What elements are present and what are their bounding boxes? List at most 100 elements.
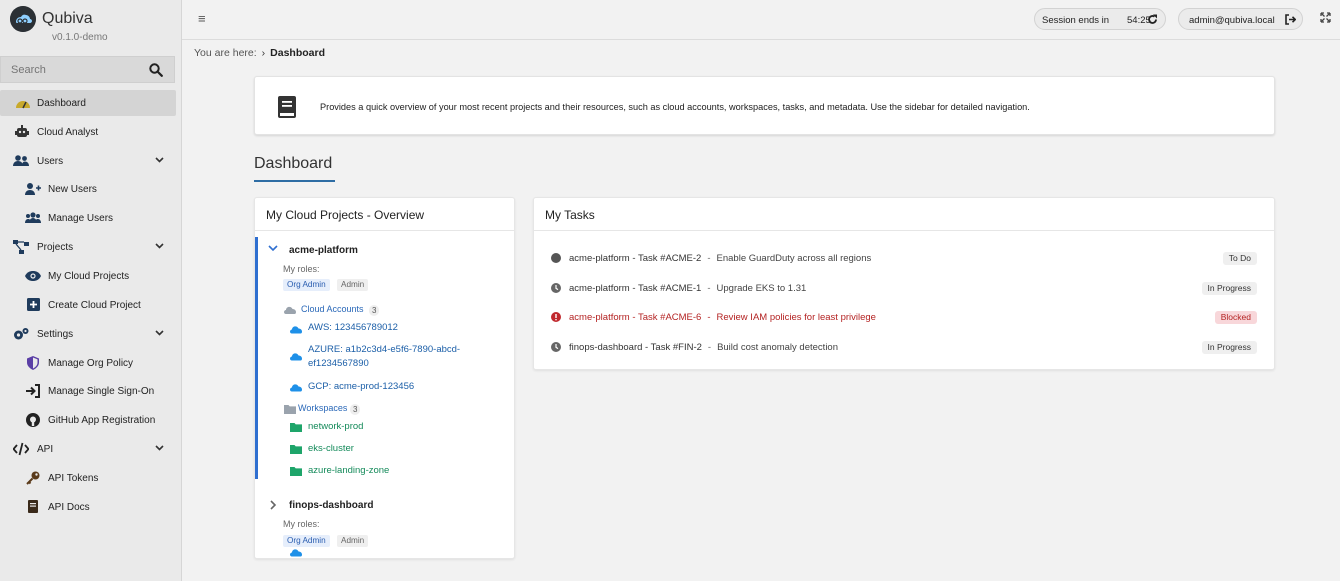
- sidebar-item-label: GitHub App Registration: [48, 415, 156, 426]
- folder-icon: [290, 467, 302, 476]
- sidebar-item-dashboard[interactable]: Dashboard: [0, 90, 176, 116]
- user-email: admin@qubiva.local: [1189, 15, 1275, 26]
- task-row[interactable]: acme-platform - Task #ACME-1- Upgrade EKS…: [534, 272, 1276, 302]
- breadcrumb-current: Dashboard: [270, 47, 326, 59]
- workspace-link[interactable]: eks-cluster: [308, 442, 354, 456]
- brand[interactable]: Qubiva v0.1.0-demo: [10, 6, 175, 46]
- sidebar-item-projects[interactable]: Projects: [0, 234, 176, 260]
- cloud-account-link[interactable]: AWS: 123456789012: [308, 321, 398, 335]
- sidebar-item-manage-users[interactable]: Manage Users: [0, 205, 176, 231]
- search-icon[interactable]: [149, 63, 163, 77]
- sidebar-item-label: Manage Single Sign-On: [48, 386, 155, 397]
- sidebar-item-label: Create Cloud Project: [48, 300, 141, 311]
- sidebar-item-api-tokens[interactable]: API Tokens: [0, 465, 176, 491]
- task-desc: Build cost anomaly detection: [717, 342, 838, 353]
- sidebar-item-manage-sso[interactable]: Manage Single Sign-On: [0, 378, 176, 404]
- roles-label: My roles:: [283, 264, 320, 274]
- sidebar-item-label: My Cloud Projects: [48, 271, 130, 282]
- my-tasks-card: My Tasks acme-platform - Task #ACME-2- En…: [533, 197, 1275, 370]
- clock-icon: [551, 283, 561, 293]
- sidebar-item-label: API: [37, 444, 54, 455]
- task-desc: Upgrade EKS to 1.31: [716, 283, 807, 294]
- users-group-icon: [25, 212, 41, 223]
- folder-icon: [284, 405, 296, 414]
- breadcrumb-separator: ›: [261, 47, 266, 59]
- refresh-icon[interactable]: [1147, 14, 1158, 25]
- sidebar-item-api-docs[interactable]: API Docs: [0, 494, 176, 520]
- fullscreen-icon[interactable]: [1320, 12, 1331, 23]
- task-text: finops-dashboard - Task #FIN-2- Build cos…: [569, 342, 838, 353]
- robot-icon: [15, 125, 29, 137]
- sidebar-item-my-cloud-projects[interactable]: My Cloud Projects: [0, 263, 176, 289]
- card-title: My Cloud Projects - Overview: [266, 208, 425, 222]
- book-icon: [278, 96, 296, 118]
- shield-icon: [27, 356, 39, 370]
- sidebar-item-label: Users: [37, 156, 64, 167]
- sidebar: Qubiva v0.1.0-demo Dashboard Cloud Analy…: [0, 0, 182, 581]
- workspace-link[interactable]: azure-landing-zone: [308, 464, 389, 478]
- task-ref: acme-platform - Task #ACME-6: [569, 312, 702, 323]
- sidebar-item-label: Manage Org Policy: [48, 358, 134, 369]
- search-input[interactable]: [11, 64, 141, 76]
- task-ref: acme-platform - Task #ACME-2: [569, 253, 702, 264]
- qubiva-logo-icon: [10, 6, 36, 32]
- task-ref: acme-platform - Task #ACME-1: [569, 283, 702, 294]
- cloud-account-link[interactable]: GCP: acme-prod-123456: [308, 380, 414, 394]
- cloud-accounts-label[interactable]: Cloud Accounts: [301, 304, 364, 314]
- roles-label: My roles:: [283, 519, 320, 529]
- chevron-down-icon[interactable]: [268, 243, 278, 253]
- count-badge: 3: [350, 404, 361, 415]
- role-badge: Org Admin: [283, 279, 330, 291]
- workspace-link[interactable]: network-prod: [308, 420, 363, 434]
- cloud-icon: [290, 384, 302, 392]
- count-badge: 3: [369, 305, 380, 316]
- info-callout: Provides a quick overview of your most r…: [254, 76, 1275, 135]
- card-header: My Tasks: [534, 198, 1274, 231]
- sidebar-item-users[interactable]: Users: [0, 148, 176, 174]
- sidebar-item-new-users[interactable]: New Users: [0, 176, 176, 202]
- sidebar-item-label: API Docs: [48, 502, 90, 513]
- sidebar-item-label: Dashboard: [37, 98, 86, 109]
- page-title: Dashboard: [254, 155, 333, 172]
- user-menu[interactable]: admin@qubiva.local: [1178, 8, 1303, 30]
- user-plus-icon: [25, 183, 41, 195]
- task-row[interactable]: acme-platform - Task #ACME-6- Review IAM …: [534, 301, 1276, 331]
- github-icon: [26, 413, 40, 427]
- menu-toggle-icon[interactable]: ≡: [198, 11, 206, 26]
- key-icon: [26, 471, 40, 485]
- alert-circle-icon: [551, 312, 561, 322]
- status-badge: In Progress: [1201, 341, 1257, 354]
- task-row[interactable]: acme-platform - Task #ACME-2- Enable Guar…: [534, 242, 1276, 272]
- status-badge: To Do: [1222, 252, 1257, 265]
- task-row[interactable]: finops-dashboard - Task #FIN-2- Build cos…: [534, 331, 1276, 361]
- project-name[interactable]: finops-dashboard: [289, 500, 373, 511]
- task-text: acme-platform - Task #ACME-6- Review IAM …: [569, 312, 876, 323]
- sidebar-item-create-cloud-project[interactable]: Create Cloud Project: [0, 292, 176, 318]
- chevron-down-icon: [155, 445, 164, 451]
- sidebar-item-cloud-analyst[interactable]: Cloud Analyst: [0, 119, 176, 145]
- code-icon: [13, 442, 29, 456]
- task-ref: finops-dashboard - Task #FIN-2: [569, 342, 702, 353]
- project-diagram-icon: [13, 240, 29, 254]
- task-text: acme-platform - Task #ACME-1- Upgrade EKS…: [569, 283, 807, 294]
- sidebar-item-manage-org-policy[interactable]: Manage Org Policy: [0, 350, 176, 376]
- cloud-icon: [290, 353, 302, 361]
- sidebar-item-api[interactable]: API: [0, 436, 176, 462]
- workspaces-label[interactable]: Workspaces: [298, 403, 347, 413]
- cloud-icon: [290, 549, 302, 557]
- cloud-account-link[interactable]: AZURE: a1b2c3d4-e5f6-7890-abcd-ef1234567…: [308, 343, 478, 371]
- sidebar-item-label: Cloud Analyst: [37, 127, 99, 138]
- project-name[interactable]: acme-platform: [289, 245, 358, 256]
- eye-icon: [25, 271, 41, 281]
- search-box: [0, 56, 175, 83]
- sidebar-item-settings[interactable]: Settings: [0, 321, 176, 347]
- chevron-down-icon: [155, 330, 164, 336]
- sidebar-item-github-app-registration[interactable]: GitHub App Registration: [0, 407, 176, 433]
- book-icon: [28, 500, 38, 513]
- sidebar-item-label: Settings: [37, 329, 74, 340]
- logout-icon[interactable]: [1285, 14, 1296, 25]
- role-badge: Admin: [337, 535, 369, 547]
- chevron-right-icon[interactable]: [268, 500, 278, 510]
- sidebar-item-label: New Users: [48, 184, 97, 195]
- todo-circle-icon: [551, 253, 561, 263]
